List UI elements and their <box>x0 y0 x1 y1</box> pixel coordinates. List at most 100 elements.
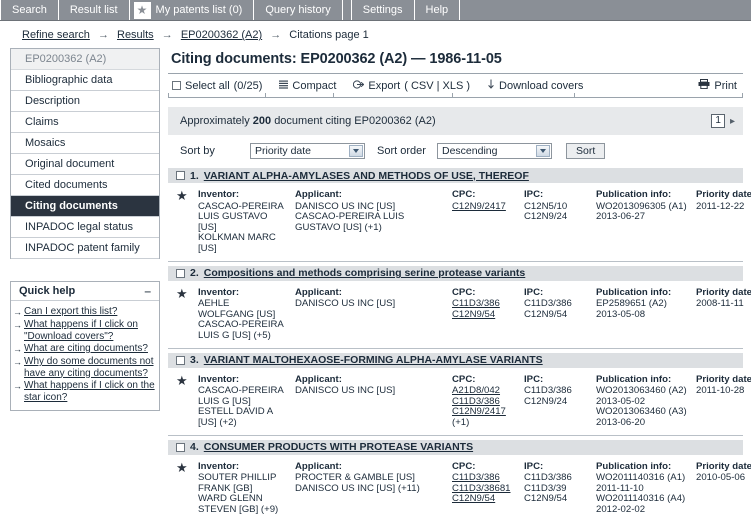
quick-help-link[interactable]: Can I export this list? <box>24 306 117 318</box>
result-column: Applicant: DANISCO US INC [US] CASCAO-PERE… <box>295 189 452 255</box>
breadcrumb-current: Citations page 1 <box>289 29 369 41</box>
checkbox-icon <box>172 81 181 90</box>
quick-help-link[interactable]: What happens if I click on the star icon… <box>24 380 155 403</box>
list-item[interactable]: → Why do some documents not have any citi… <box>13 356 155 379</box>
sidebar-item-label: Mosaics <box>25 137 66 149</box>
nav-tab-settings[interactable]: Settings <box>351 0 415 20</box>
sidebar: EP0200362 (A2) Bibliographic data Descri… <box>0 48 160 411</box>
result-checkbox[interactable] <box>176 442 185 452</box>
toolbar-divider <box>168 93 743 98</box>
page-number-1[interactable]: 1 <box>711 114 725 128</box>
nav-tab-label: Search <box>12 4 47 16</box>
result-checkbox[interactable] <box>176 355 185 365</box>
sidebar-item-claims[interactable]: Claims <box>11 112 159 133</box>
favourite-star-icon[interactable]: ★ <box>176 461 198 515</box>
nav-tab-query-history[interactable]: Query history <box>254 0 343 20</box>
sort-by-label: Sort by <box>180 144 215 157</box>
breadcrumb-link-refine-search[interactable]: Refine search <box>22 29 90 41</box>
collapse-icon[interactable]: – <box>144 285 151 297</box>
list-item[interactable]: → What happens if I click on "Download co… <box>13 319 155 342</box>
list-lines-icon <box>279 80 289 92</box>
column-value: DANISCO US INC [US] (+11) <box>295 482 420 494</box>
column-header: CPC: <box>452 460 476 472</box>
nav-tab-search[interactable]: Search <box>0 0 59 20</box>
classification-link[interactable]: C12N9/54 <box>452 309 524 321</box>
result-checkbox[interactable] <box>176 268 185 278</box>
sidebar-item-label: Cited documents <box>25 179 108 191</box>
result-item: 3. VARIANT MALTOHEXAOSE-FORMING ALPHA-AMY… <box>168 352 751 436</box>
classification-link[interactable]: C12N9/2417 <box>452 201 524 213</box>
result-item: 1. VARIANT ALPHA-AMYLASES AND METHODS OF … <box>168 168 751 262</box>
column-value: STEVEN [GB] (+9) <box>198 503 279 515</box>
breadcrumb-separator-icon: → <box>161 29 173 41</box>
print-button[interactable]: Print <box>694 79 743 92</box>
sort-order-select[interactable]: Descending <box>437 142 552 159</box>
arrow-right-icon: → <box>13 344 22 354</box>
result-checkbox[interactable] <box>176 171 185 180</box>
result-column: Applicant: DANISCO US INC [US] <box>295 373 452 429</box>
sidebar-item-cited-documents[interactable]: Cited documents <box>11 175 159 196</box>
export-button[interactable]: Export ( CSV | XLS ) <box>349 80 483 92</box>
sidebar-item-bibliographic-data[interactable]: Bibliographic data <box>11 70 159 91</box>
favourite-star-icon[interactable]: ★ <box>176 189 198 255</box>
column-value: [US] (+2) <box>198 416 237 428</box>
nav-tab-result-list[interactable]: Result list <box>58 0 130 20</box>
nav-tab-help[interactable]: Help <box>414 0 461 20</box>
breadcrumb-link-patent[interactable]: EP0200362 (A2) <box>181 29 262 41</box>
sidebar-item-label: Description <box>25 95 81 107</box>
count-text: Approximately 200 document citing EP0200… <box>180 115 711 127</box>
column-header: Applicant: <box>295 189 342 200</box>
sidebar-item-citing-documents[interactable]: Citing documents <box>11 196 159 217</box>
export-formats[interactable]: ( CSV | XLS ) <box>404 80 470 92</box>
column-header: CPC: <box>452 286 476 298</box>
column-value-more: (+1) <box>452 416 470 428</box>
result-column: Publication info: WO2013096305 (A1) 2013-0… <box>596 189 696 255</box>
top-navigation-bar: Search Result list ★ My patents list (0)… <box>0 0 751 21</box>
sidebar-item-inpadoc-patent-family[interactable]: INPADOC patent family <box>11 238 159 259</box>
sidebar-item-inpadoc-legal-status[interactable]: INPADOC legal status <box>11 217 159 238</box>
download-covers-button[interactable]: Download covers <box>483 79 596 92</box>
sort-by-select[interactable]: Priority date <box>250 142 365 159</box>
column-value: 2010-05-06 <box>696 472 746 484</box>
star-icon: ★ <box>133 1 151 19</box>
count-suffix: document citing EP0200362 (A2) <box>274 115 436 127</box>
nav-tab-my-patents-list[interactable]: ★ My patents list (0) <box>129 0 255 20</box>
column-value: DANISCO US INC [US] <box>295 385 396 397</box>
sort-button[interactable]: Sort <box>566 142 606 159</box>
favourite-star-icon[interactable]: ★ <box>176 287 198 342</box>
sidebar-item-label: Claims <box>25 116 59 128</box>
quick-help-link[interactable]: What happens if I click on "Download cov… <box>24 319 155 342</box>
sidebar-item-original-document[interactable]: Original document <box>11 154 159 175</box>
compact-button[interactable]: Compact <box>275 80 349 92</box>
next-page-icon[interactable]: ▸ <box>730 116 735 127</box>
sidebar-item-mosaics[interactable]: Mosaics <box>11 133 159 154</box>
result-title-link[interactable]: VARIANT ALPHA-AMYLASES AND METHODS OF US… <box>204 170 529 182</box>
column-value: DANISCO US INC [US] <box>295 298 396 310</box>
result-title-link[interactable]: VARIANT MALTOHEXAOSE-FORMING ALPHA-AMYLA… <box>204 354 543 366</box>
sort-order-label: Sort order <box>377 144 426 157</box>
list-item[interactable]: → What are citing documents? <box>13 343 155 355</box>
result-column: Priority date: 2010-05-06 <box>696 461 751 515</box>
quick-help-header: Quick help – <box>11 282 159 301</box>
column-header: IPC: <box>524 460 544 472</box>
result-number: 3. <box>190 354 199 367</box>
quick-help-link[interactable]: What are citing documents? <box>24 343 148 355</box>
sidebar-item-description[interactable]: Description <box>11 91 159 112</box>
chevron-down-icon <box>349 144 363 157</box>
sidebar-item-label: Citing documents <box>25 200 118 212</box>
column-header: IPC: <box>524 189 544 200</box>
classification-link[interactable]: C12N9/54 <box>452 494 524 505</box>
column-value: 2013-06-20 <box>596 416 646 428</box>
column-value: 2011-12-22 <box>696 200 745 212</box>
column-header: Applicant: <box>295 373 342 385</box>
quick-help-link[interactable]: Why do some documents not have any citin… <box>24 356 155 379</box>
list-item[interactable]: → Can I export this list? <box>13 306 155 318</box>
favourite-star-icon[interactable]: ★ <box>176 374 198 429</box>
result-title-link[interactable]: CONSUMER PRODUCTS WITH PROTEASE VARIANTS <box>204 441 473 453</box>
list-item[interactable]: → What happens if I click on the star ico… <box>13 380 155 403</box>
result-title-link[interactable]: Compositions and methods comprising seri… <box>204 267 526 279</box>
download-arrow-icon <box>487 79 495 92</box>
select-all-checkbox[interactable]: Select all (0/25) <box>168 80 275 92</box>
breadcrumb-link-results[interactable]: Results <box>117 29 154 41</box>
result-column: IPC: C11D3/386 C12N9/54 <box>524 287 596 342</box>
